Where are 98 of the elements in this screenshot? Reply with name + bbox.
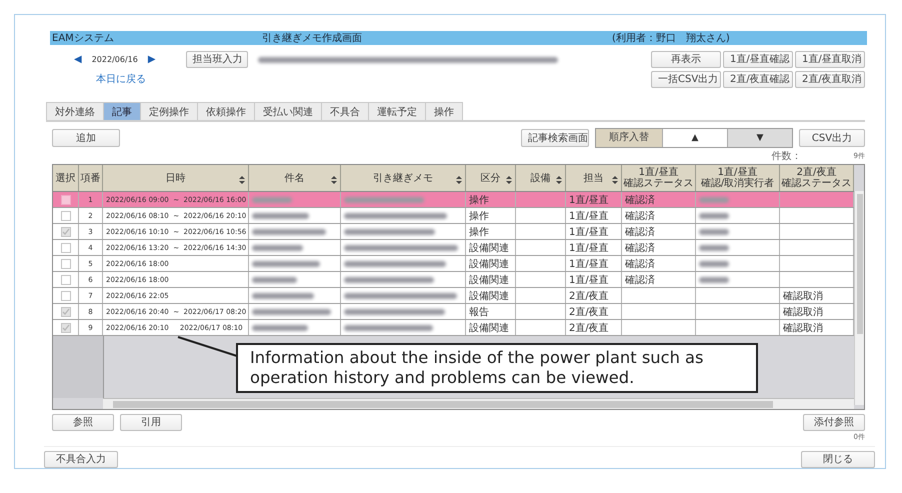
- close-button[interactable]: 閉じる: [801, 451, 875, 468]
- column-header: 2直/夜直: [796, 167, 836, 178]
- tab[interactable]: 運転予定: [368, 102, 426, 120]
- column-header: 確認ステータス: [624, 178, 694, 189]
- sort-icon[interactable]: [456, 176, 462, 184]
- tab[interactable]: 不具合: [321, 102, 369, 120]
- column-header: 項番: [80, 172, 100, 184]
- sort-icon[interactable]: [612, 176, 618, 184]
- table-cell: 操作: [466, 192, 516, 207]
- sort-icon[interactable]: [239, 176, 245, 184]
- table-cell: 設備関連: [466, 240, 516, 255]
- row-checkbox[interactable]: [60, 306, 70, 316]
- table-cell: 設備関連: [466, 272, 516, 287]
- table-cell: 確認済: [622, 208, 696, 223]
- table-cell: 2直/夜直: [566, 288, 622, 303]
- previous-day-button[interactable]: ◀: [74, 54, 82, 65]
- table-cell: 設備関連: [466, 256, 516, 271]
- table-cell: 2直/夜直: [566, 304, 622, 319]
- column-header: 選択: [56, 172, 76, 184]
- column-header: 確認/取消実行者: [700, 178, 774, 189]
- tab[interactable]: 定例操作: [140, 102, 198, 120]
- horizontal-scrollbar[interactable]: [103, 398, 854, 409]
- row-checkbox[interactable]: [60, 194, 70, 204]
- row-checkbox[interactable]: [60, 226, 70, 236]
- table-cell: 操作: [466, 208, 516, 223]
- table-cell: 2直/夜直: [566, 320, 622, 335]
- blurred-text: [252, 260, 320, 266]
- tab[interactable]: 受払い関連: [254, 102, 322, 120]
- table-cell: 確認済: [622, 256, 696, 271]
- action-button[interactable]: 一括CSV出力: [651, 71, 721, 88]
- row-checkbox[interactable]: [60, 290, 70, 300]
- column-header: 担当: [584, 172, 604, 184]
- table-cell: 確認済: [622, 192, 696, 207]
- table-cell: 1直/昼直: [566, 224, 622, 239]
- table-cell: 確認済: [622, 224, 696, 239]
- attachments-button[interactable]: 添付参照: [803, 414, 865, 431]
- table-cell: 1直/昼直: [566, 208, 622, 223]
- column-header: 確認ステータス: [782, 178, 852, 189]
- blurred-text: [252, 244, 303, 250]
- empty-table-area: [53, 336, 104, 398]
- tab[interactable]: 操作: [425, 102, 463, 120]
- table-cell: 1直/昼直: [566, 240, 622, 255]
- shift-input-button[interactable]: 担当班入力: [186, 51, 248, 68]
- app-name: EAMシステム: [52, 32, 115, 45]
- column-header: 日時: [166, 172, 186, 184]
- user-label: (利用者：野口 翔太さん): [612, 32, 731, 45]
- count-label: 件数：: [772, 150, 802, 162]
- tab[interactable]: 記事: [103, 102, 141, 120]
- row-checkbox[interactable]: [60, 242, 70, 252]
- table-cell: 1直/昼直: [566, 256, 622, 271]
- date-label: 2022/06/16: [92, 55, 138, 64]
- sort-icon[interactable]: [331, 176, 337, 184]
- table-cell: 確認済: [622, 240, 696, 255]
- csv-export-button[interactable]: CSV出力: [799, 129, 865, 147]
- blurred-text: [252, 212, 309, 218]
- window-title: 引き継ぎメモ作成画面: [262, 32, 363, 45]
- leader-line: [177, 336, 238, 357]
- column-header: 引き継ぎメモ: [373, 172, 433, 184]
- callout-text: Information about the inside of the power plant such as operation history and problems can be viewed.: [236, 343, 758, 393]
- row-checkbox[interactable]: [60, 322, 70, 332]
- action-button[interactable]: 2直/夜直取消: [795, 71, 865, 88]
- tab[interactable]: 依頼操作: [197, 102, 255, 120]
- search-screen-button[interactable]: 記事検索画面: [521, 129, 589, 147]
- vertical-scrollbar[interactable]: [854, 191, 864, 405]
- reorder-label: 順序入替: [596, 129, 662, 147]
- sort-icon[interactable]: [506, 176, 512, 184]
- table-cell: 1直/昼直: [566, 192, 622, 207]
- today-link[interactable]: 本日に戻る: [96, 72, 146, 86]
- column-header: 設備: [530, 172, 550, 184]
- reference-button[interactable]: 参照: [52, 414, 114, 431]
- column-header: 件名: [284, 172, 304, 184]
- table-cell: 1直/昼直: [566, 272, 622, 287]
- table-cell: 設備関連: [466, 288, 516, 303]
- column-header: 区分: [480, 172, 500, 184]
- table-cell: 設備関連: [466, 320, 516, 335]
- column-header: 1直/昼直: [638, 167, 678, 178]
- table-cell: 操作: [466, 224, 516, 239]
- blurred-text: [252, 292, 314, 298]
- blurred-text: [252, 324, 308, 330]
- order-button[interactable]: ▼: [727, 129, 792, 147]
- row-checkbox[interactable]: [60, 274, 70, 284]
- next-day-button[interactable]: ▶: [148, 54, 156, 65]
- table-cell: 報告: [466, 304, 516, 319]
- blurred-text: [252, 196, 292, 202]
- blurred-text: [252, 276, 297, 282]
- table-cell: 確認済: [622, 272, 696, 287]
- action-button[interactable]: 再表示: [651, 51, 721, 68]
- quote-button[interactable]: 引用: [120, 414, 182, 431]
- action-button[interactable]: 1直/昼直確認: [723, 51, 793, 68]
- sort-icon[interactable]: [556, 176, 562, 184]
- action-button[interactable]: 1直/昼直取消: [795, 51, 865, 68]
- action-button[interactable]: 2直/夜直確認: [723, 71, 793, 88]
- add-button[interactable]: 追加: [52, 129, 120, 147]
- defect-input-button[interactable]: 不具合入力: [44, 451, 118, 468]
- row-checkbox[interactable]: [60, 210, 70, 220]
- row-checkbox[interactable]: [60, 258, 70, 268]
- column-header: 1直/昼直: [718, 167, 758, 178]
- tab[interactable]: 対外連絡: [46, 102, 104, 120]
